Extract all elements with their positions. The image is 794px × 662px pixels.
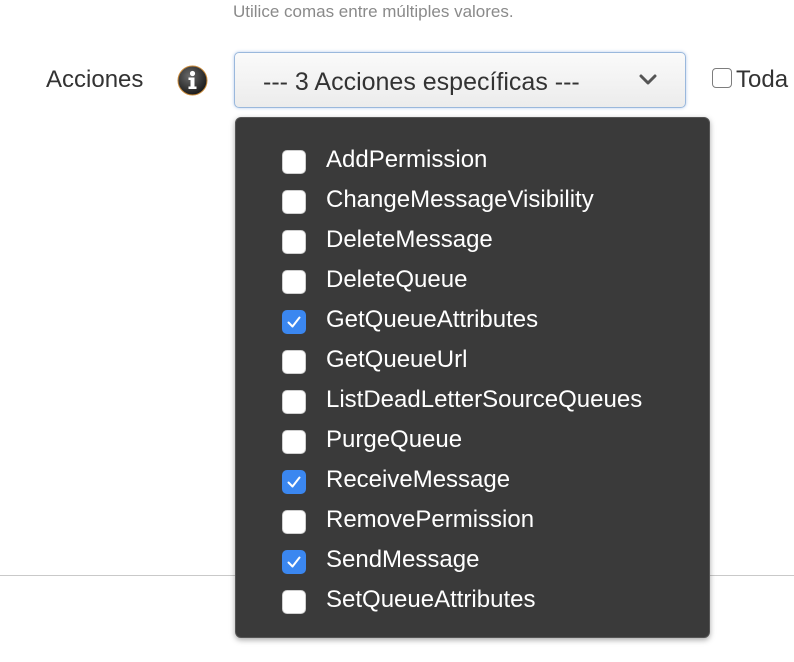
checkmark-icon [287, 316, 301, 328]
option-checkbox[interactable] [282, 150, 306, 174]
dropdown-option[interactable]: GetQueueUrl [282, 340, 702, 380]
all-actions-checkbox[interactable] [712, 68, 732, 88]
checkmark-icon [287, 476, 301, 488]
option-checkbox[interactable] [282, 510, 306, 534]
page: Utilice comas entre múltiples valores. A… [0, 0, 794, 662]
option-checkbox[interactable] [282, 230, 306, 254]
option-label: ChangeMessageVisibility [326, 186, 594, 213]
option-checkbox[interactable] [282, 270, 306, 294]
option-label: ReceiveMessage [326, 466, 511, 493]
field-hint: Utilice comas entre múltiples valores. [233, 2, 514, 21]
option-label: PurgeQueue [326, 426, 463, 453]
option-checkbox[interactable] [282, 470, 306, 494]
dropdown-option[interactable]: SetQueueAttributes [282, 580, 702, 620]
dropdown-option[interactable]: DeleteMessage [282, 220, 702, 260]
all-actions-toggle[interactable]: Toda [712, 66, 788, 94]
option-checkbox[interactable] [282, 390, 306, 414]
dropdown-option[interactable]: GetQueueAttributes [282, 300, 702, 340]
actions-dropdown-menu: AddPermission ChangeMessageVisibility Dele… [235, 117, 710, 638]
option-label: RemovePermission [326, 506, 535, 533]
option-checkbox[interactable] [282, 310, 306, 334]
chevron-down-icon [639, 73, 657, 87]
actions-select[interactable]: --- 3 Acciones específicas --- [234, 52, 686, 108]
option-label: DeleteQueue [326, 266, 468, 293]
all-actions-label: Toda [736, 66, 789, 93]
dropdown-option[interactable]: RemovePermission [282, 500, 702, 540]
option-checkbox[interactable] [282, 430, 306, 454]
info-icon[interactable] [177, 65, 208, 96]
dropdown-option[interactable]: PurgeQueue [282, 420, 702, 460]
option-label: SetQueueAttributes [326, 586, 536, 613]
dropdown-option[interactable]: SendMessage [282, 540, 702, 580]
option-checkbox[interactable] [282, 550, 306, 574]
actions-select-value: --- 3 Acciones específicas --- [263, 68, 580, 96]
option-label: SendMessage [326, 546, 480, 573]
dropdown-option[interactable]: ChangeMessageVisibility [282, 180, 702, 220]
option-checkbox[interactable] [282, 590, 306, 614]
dropdown-option[interactable]: AddPermission [282, 140, 702, 180]
option-label: AddPermission [326, 146, 488, 173]
option-label: DeleteMessage [326, 226, 493, 253]
actions-label: Acciones [46, 66, 144, 93]
dropdown-option[interactable]: ReceiveMessage [282, 460, 702, 500]
option-label: ListDeadLetterSourceQueues [326, 386, 643, 413]
dropdown-option[interactable]: DeleteQueue [282, 260, 702, 300]
option-checkbox[interactable] [282, 190, 306, 214]
option-checkbox[interactable] [282, 350, 306, 374]
option-label: GetQueueAttributes [326, 306, 539, 333]
checkmark-icon [287, 556, 301, 568]
option-label: GetQueueUrl [326, 346, 468, 373]
dropdown-option[interactable]: ListDeadLetterSourceQueues [282, 380, 702, 420]
